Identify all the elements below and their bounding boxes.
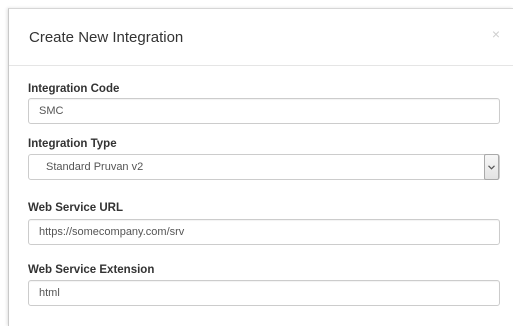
integration-code-label: Integration Code bbox=[28, 83, 120, 95]
web-service-url-label: Web Service URL bbox=[28, 202, 124, 214]
close-icon[interactable]: × bbox=[492, 27, 500, 41]
create-integration-dialog: Create New Integration × Integration Cod… bbox=[8, 8, 513, 326]
integration-type-label: Integration Type bbox=[28, 138, 117, 150]
web-service-url-input[interactable]: https://somecompany.com/srv bbox=[28, 219, 500, 245]
integration-type-selected-value: Standard Pruvan v2 bbox=[46, 161, 144, 173]
web-service-extension-label: Web Service Extension bbox=[28, 264, 155, 276]
integration-code-input[interactable]: SMC bbox=[28, 98, 500, 124]
select-dropdown-button[interactable] bbox=[484, 154, 499, 180]
dialog-title: Create New Integration bbox=[29, 29, 184, 46]
dialog-header: Create New Integration × bbox=[9, 9, 513, 66]
integration-type-select[interactable]: Standard Pruvan v2 bbox=[28, 154, 500, 180]
web-service-extension-input[interactable]: html bbox=[28, 280, 500, 306]
chevron-down-icon bbox=[488, 164, 495, 170]
